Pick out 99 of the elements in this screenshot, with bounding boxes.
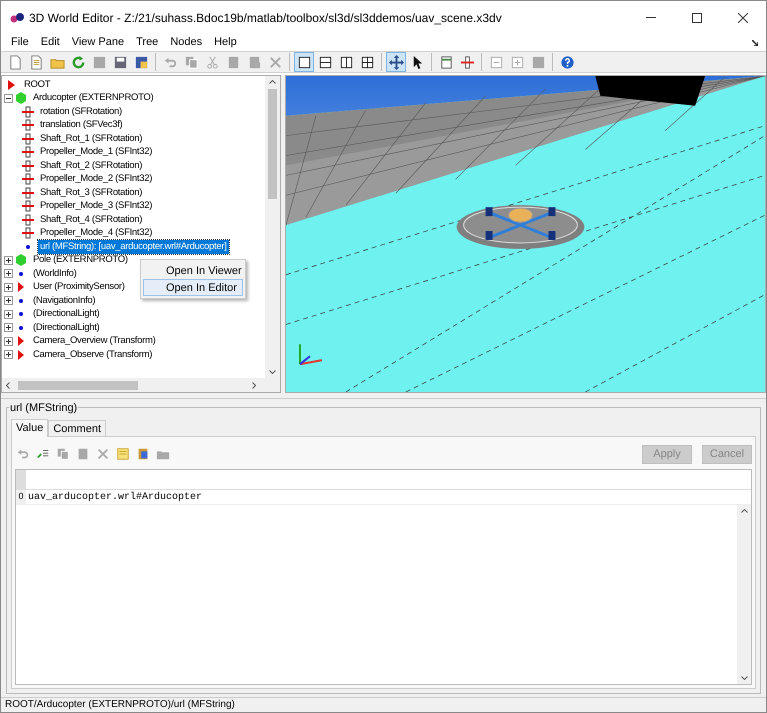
panel-title: url (MFString) <box>9 400 78 416</box>
tree-node[interactable]: (NavigationInfo) <box>31 294 98 308</box>
hexagon-icon <box>15 92 27 104</box>
field-node-icon <box>22 200 34 212</box>
toolbar-button[interactable] <box>294 52 314 72</box>
tree-node[interactable]: Shaft_Rot_3 (SFRotation) <box>38 186 144 200</box>
maximize-icon <box>692 12 702 22</box>
select-all-icon <box>116 447 130 461</box>
reload-icon <box>70 54 86 70</box>
resize-arrow-icon <box>752 40 758 46</box>
tree-node[interactable]: Propeller_Mode_4 (SFInt32) <box>38 226 154 240</box>
tree-node[interactable]: Shaft_Rot_1 (SFRotation) <box>38 132 144 146</box>
tree-node[interactable]: (DirectionalLight) <box>31 307 102 322</box>
row-number: 0 <box>16 490 26 504</box>
tree-node[interactable]: Camera_Overview (Transform) <box>31 334 158 348</box>
tree-node[interactable]: url (MFString): [uav_arducopter.wrl#Arducopter] <box>38 240 229 254</box>
app-logo-icon <box>9 12 25 24</box>
four-panes-icon <box>360 54 374 70</box>
delete-icon <box>96 447 110 461</box>
hexagon-icon <box>15 254 27 266</box>
scroll-down-icon[interactable] <box>269 370 276 374</box>
field-node-icon <box>22 119 34 132</box>
close-icon <box>738 12 748 22</box>
tree-node[interactable]: rotation (SFRotation) <box>38 104 124 119</box>
move-arrows-icon <box>388 54 404 70</box>
field-node-icon <box>22 106 34 118</box>
single-pane-icon <box>296 54 312 70</box>
page-icon <box>8 54 22 70</box>
menu-item[interactable]: Open In Viewer <box>143 262 243 279</box>
tree-node[interactable]: Propeller_Mode_1 (SFInt32) <box>38 145 154 160</box>
tree-node[interactable]: Propeller_Mode_3 (SFInt32) <box>38 199 154 214</box>
scrollbar-thumb[interactable] <box>268 89 277 199</box>
undo-icon <box>16 447 30 461</box>
tree-node[interactable]: Shaft_Rot_4 (SFRotation) <box>38 212 144 227</box>
tree-node[interactable]: Camera_Observe (Transform) <box>31 348 154 362</box>
plus-icon <box>510 54 524 70</box>
menu-item[interactable]: File <box>5 34 35 51</box>
field-node-icon <box>22 160 34 172</box>
tree-node[interactable]: Propeller_Mode_2 (SFInt32) <box>38 172 154 186</box>
expander-icon[interactable] <box>4 282 13 292</box>
expander-icon[interactable] <box>4 94 13 103</box>
table-cell[interactable]: uav_arducopter.wrl#Arducopter <box>26 490 751 504</box>
tree-node[interactable]: Pole (EXTERNPROTO) <box>31 253 130 268</box>
help-icon <box>560 54 574 70</box>
scroll-right-icon[interactable] <box>252 382 256 388</box>
expander-icon[interactable] <box>4 310 13 319</box>
add-row-icon <box>36 447 50 461</box>
delete-icon <box>268 54 282 70</box>
toolbar-button[interactable] <box>386 52 406 72</box>
status-bar: ROOT/Arducopter (EXTERNPROTO)/url (MFString) <box>1 697 766 712</box>
expander-icon[interactable] <box>4 323 13 332</box>
expander-icon[interactable] <box>4 336 13 346</box>
tree-node[interactable]: (DirectionalLight) <box>31 320 102 335</box>
vertical-scrollbar[interactable] <box>265 76 280 378</box>
field-node-icon <box>22 173 34 186</box>
minus-icon <box>488 54 504 70</box>
panel-icon <box>438 54 454 70</box>
copy-icon <box>56 447 70 461</box>
scroll-up-icon[interactable] <box>740 509 748 513</box>
tab[interactable]: Value <box>11 419 48 437</box>
field-node-icon <box>460 54 474 70</box>
tree-node[interactable]: ROOT <box>22 78 52 92</box>
tree-node[interactable]: translation (SFVec3f) <box>38 118 124 132</box>
clipboard-icon <box>136 447 150 461</box>
tree-node[interactable]: (WorldInfo) <box>31 266 79 281</box>
minimize-icon <box>646 17 656 18</box>
menu-item[interactable]: Nodes <box>164 34 208 51</box>
expander-icon[interactable] <box>4 296 13 306</box>
vertical-scrollbar[interactable] <box>737 505 751 684</box>
horizontal-scrollbar[interactable] <box>2 378 280 392</box>
document-icon <box>28 54 44 70</box>
two-rows-icon <box>318 54 332 70</box>
expander-icon[interactable] <box>4 350 13 360</box>
field-node-icon <box>22 146 34 158</box>
field-node-icon <box>22 227 34 240</box>
field-node-icon <box>22 214 34 226</box>
menu-item[interactable]: View Pane <box>66 34 130 51</box>
menu-item[interactable]: Tree <box>130 34 164 51</box>
copy-icon <box>184 54 198 70</box>
menu-item[interactable]: Help <box>208 34 243 51</box>
tree-node[interactable]: Arducopter (EXTERNPROTO) <box>31 91 156 106</box>
expander-icon[interactable] <box>4 256 13 265</box>
two-columns-icon <box>338 54 354 70</box>
menu-item[interactable]: Open In Editor <box>143 279 243 296</box>
window-title: 3D World Editor - Z:/21/suhass.Bdoc19b/matlab/toolbox/sl3d/sl3ddemos/uav_scene.x3dv <box>29 10 502 26</box>
scrollbar-thumb[interactable] <box>18 380 138 390</box>
square-icon <box>530 54 546 70</box>
scroll-left-icon[interactable] <box>6 382 10 388</box>
scissors-icon <box>204 54 220 70</box>
field-node-icon <box>22 186 34 199</box>
tab[interactable]: Comment <box>48 420 106 436</box>
tree-node[interactable]: Shaft_Rot_2 (SFRotation) <box>38 158 144 173</box>
field-node-icon <box>22 132 34 145</box>
menu-item[interactable]: Edit <box>34 34 66 51</box>
clipboard-icon <box>76 447 90 461</box>
tree-node[interactable]: User (ProximitySensor) <box>31 280 127 294</box>
scroll-up-icon[interactable] <box>269 80 276 84</box>
expander-icon[interactable] <box>4 269 13 278</box>
scroll-down-icon[interactable] <box>740 676 748 680</box>
